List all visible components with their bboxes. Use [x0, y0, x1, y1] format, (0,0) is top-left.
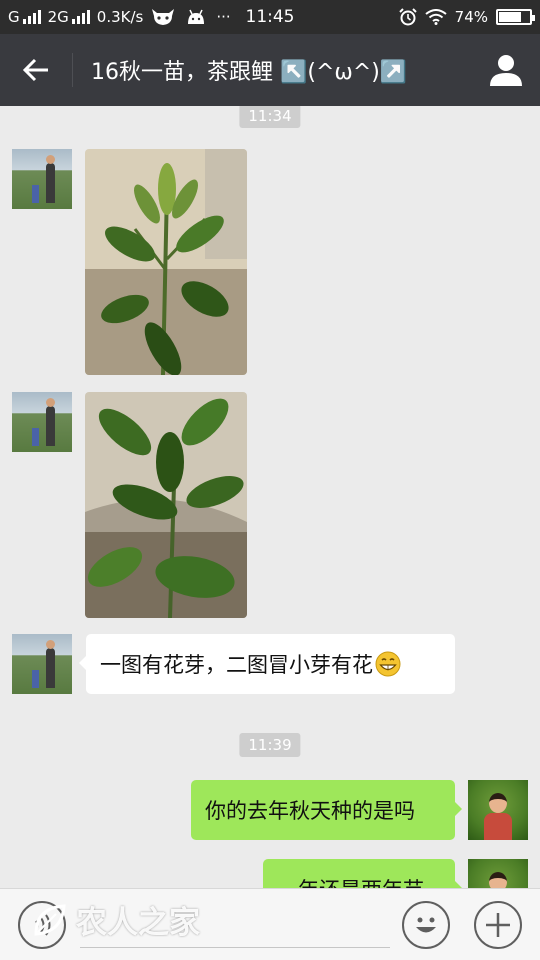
back-button[interactable] — [0, 34, 72, 106]
watermark-text: 农人之家 — [76, 905, 200, 941]
my-avatar[interactable] — [468, 859, 528, 888]
message-text: 一图有花芽，二图冒小芽有花 — [100, 653, 373, 677]
message-text: 一年还是两年苗 — [277, 874, 424, 888]
network-type-1: G — [8, 8, 20, 26]
battery-percent: 74% — [454, 8, 488, 26]
plant-photo-2[interactable] — [85, 392, 247, 618]
plus-icon — [486, 913, 510, 937]
header-divider — [72, 53, 73, 87]
signal-strength-2-icon — [71, 10, 90, 24]
voice-icon — [35, 914, 51, 936]
input-bar: 农人之家 — [0, 888, 540, 960]
back-arrow-icon — [22, 58, 48, 82]
outgoing-text-message[interactable]: 你的去年秋天种的是吗 — [191, 780, 462, 840]
wifi-icon — [425, 9, 447, 25]
time-divider: 11:34 — [239, 106, 301, 128]
more-notifications: ··· — [216, 8, 231, 26]
alarm-icon — [398, 8, 417, 26]
message-text: 你的去年秋天种的是吗 — [205, 799, 415, 823]
sender-avatar[interactable] — [12, 149, 72, 209]
plant-photo-1[interactable] — [85, 149, 247, 375]
smiley-icon — [416, 917, 436, 933]
cow-app-icon — [152, 9, 175, 25]
voice-input-button[interactable] — [18, 901, 66, 949]
grinning-face-icon — [375, 651, 401, 677]
network-type-2: 2G — [47, 8, 69, 26]
status-bar: G 2G 0.3K/s ··· 11:45 74% — [0, 0, 540, 34]
chat-title: 16秋一苗，茶跟鲤 ↖️(^ω^)↗️ — [91, 60, 408, 85]
signal-strength-1-icon — [22, 10, 41, 24]
emoji-button[interactable] — [402, 901, 450, 949]
battery-icon — [496, 9, 535, 25]
incoming-text-message[interactable]: 一图有花芽，二图冒小芽有花 — [79, 634, 455, 694]
time-divider: 11:39 — [239, 733, 301, 757]
chat-message-list[interactable]: 11:34 一图有花芽，二图冒小芽有花 11:39 你的去年秋天种的是吗 — [0, 106, 540, 888]
chat-info-person-icon[interactable] — [488, 52, 524, 88]
chat-header: 16秋一苗，茶跟鲤 ↖️(^ω^)↗️ — [0, 34, 540, 106]
my-avatar[interactable] — [468, 780, 528, 840]
more-actions-button[interactable] — [474, 901, 522, 949]
android-icon — [188, 9, 205, 24]
network-speed: 0.3K/s — [96, 8, 144, 26]
outgoing-text-message[interactable]: 一年还是两年苗 — [263, 859, 462, 888]
message-input[interactable] — [80, 947, 390, 948]
sender-avatar[interactable] — [12, 634, 72, 694]
sender-avatar[interactable] — [12, 392, 72, 452]
